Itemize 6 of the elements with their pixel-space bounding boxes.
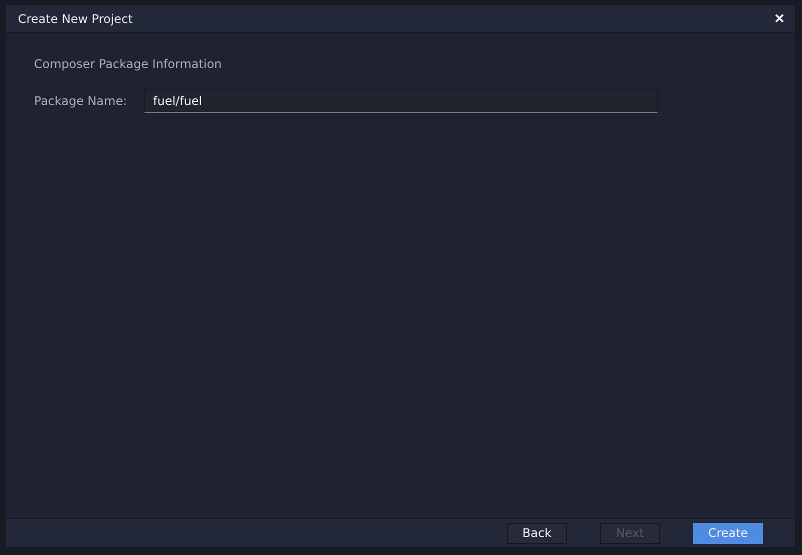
field-label: Package Name: bbox=[34, 94, 128, 108]
close-button[interactable]: ✕ bbox=[774, 11, 785, 26]
dialog-title: Create New Project bbox=[18, 12, 133, 26]
section-heading: Composer Package Information bbox=[34, 57, 223, 71]
input-field[interactable]: fuel/fuel bbox=[144, 89, 658, 113]
dialog-button[interactable]: Back bbox=[507, 522, 567, 544]
